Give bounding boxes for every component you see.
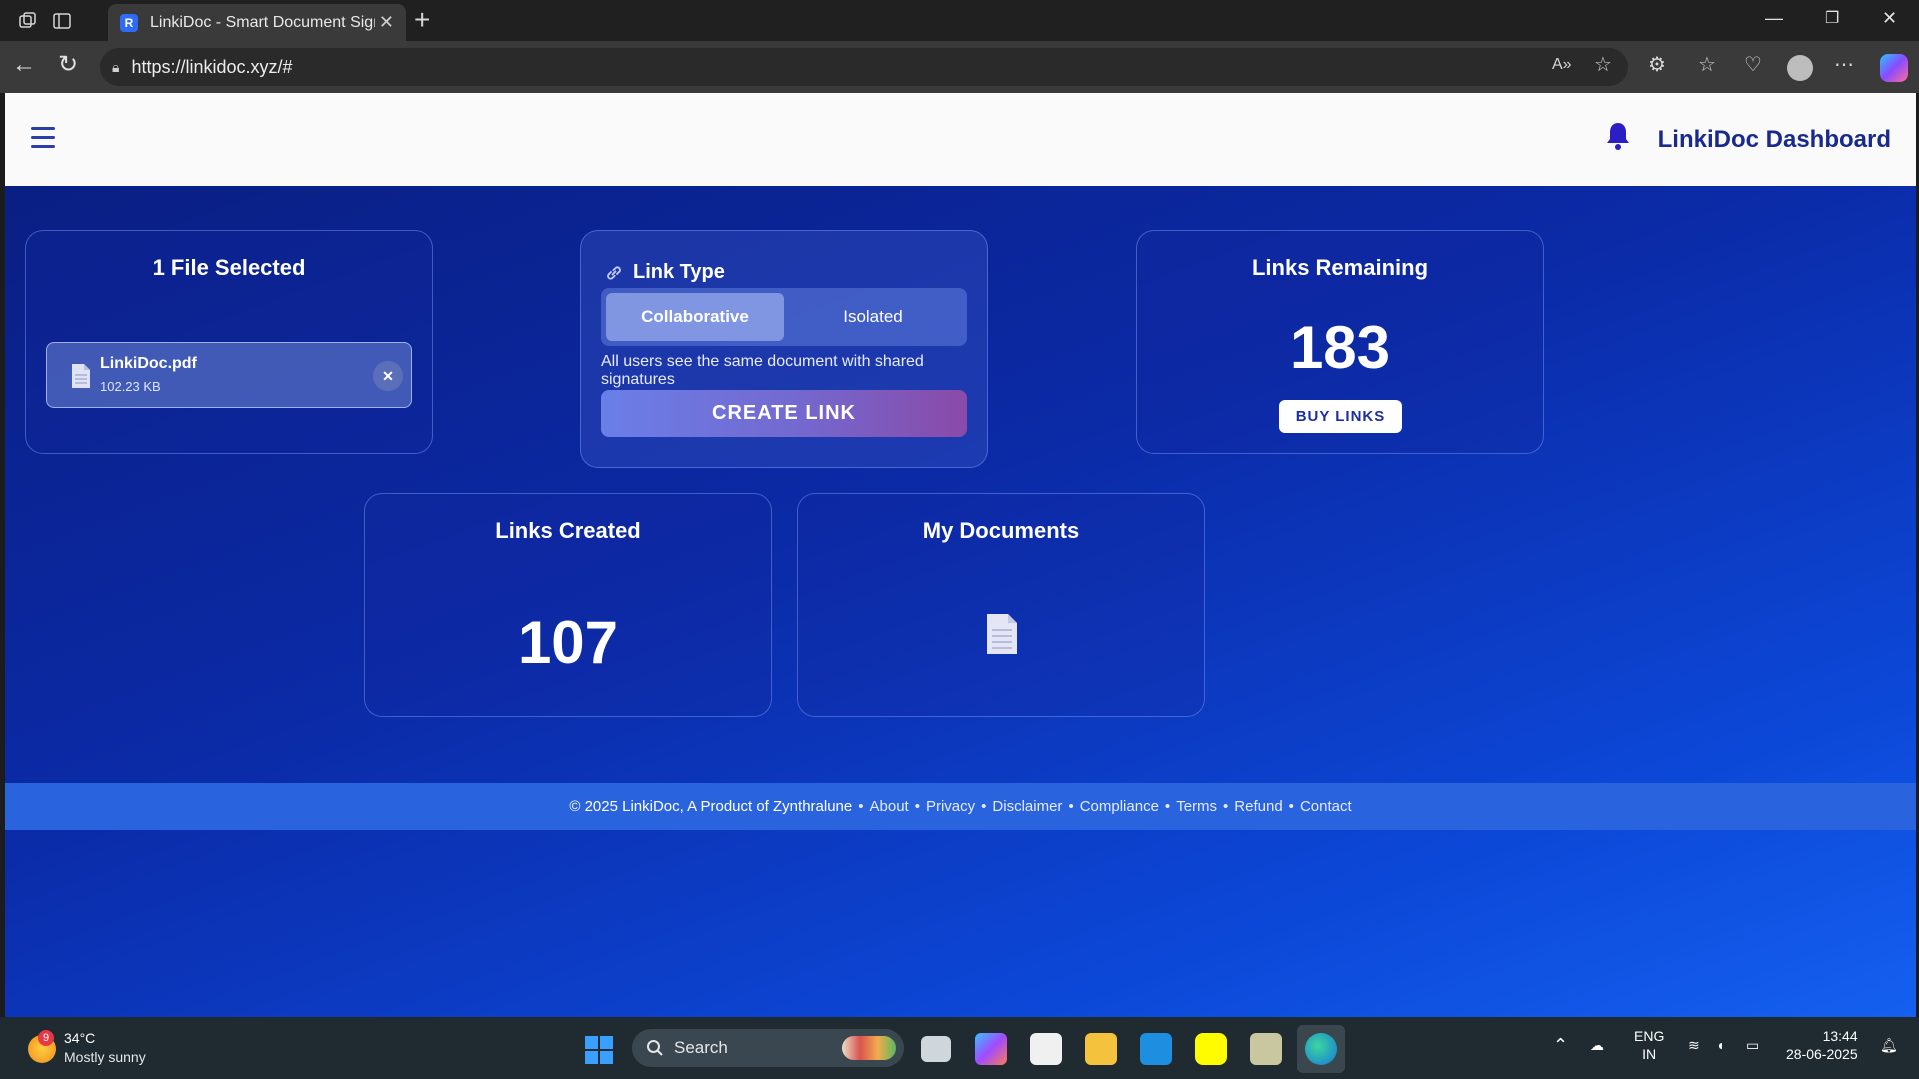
links-remaining-title: Links Remaining: [1251, 255, 1429, 280]
notes-app-icon[interactable]: [1250, 1033, 1282, 1065]
link-type-card: Link Type Collaborative Isolated All use…: [580, 230, 988, 468]
footer-link-terms[interactable]: Terms: [1176, 798, 1217, 815]
tab-close-icon[interactable]: ✕: [379, 12, 394, 33]
minimize-icon[interactable]: —: [1765, 8, 1783, 29]
notifications-icon[interactable]: 🔔︎: [1880, 1037, 1898, 1054]
back-icon[interactable]: ←: [12, 53, 36, 77]
start-icon[interactable]: [585, 1036, 613, 1064]
collaborative-option[interactable]: Collaborative: [606, 293, 784, 341]
browser-tab-active[interactable]: R LinkiDoc - Smart Document Signi ✕: [108, 4, 406, 41]
links-created-count: 107: [517, 609, 619, 676]
language-region: IN: [1642, 1046, 1657, 1062]
snapchat-icon[interactable]: [1195, 1033, 1227, 1065]
footer-link-about[interactable]: About: [870, 798, 909, 815]
wifi-icon[interactable]: ≋: [1688, 1037, 1700, 1054]
clock-date: 28-06-2025: [1786, 1046, 1858, 1062]
battery-icon[interactable]: ▭: [1746, 1037, 1759, 1054]
links-created-title: Links Created: [495, 518, 641, 543]
profile-avatar[interactable]: [1787, 55, 1813, 81]
footer-link-refund[interactable]: Refund: [1234, 798, 1282, 815]
linkidoc-favicon-icon: R: [120, 13, 138, 32]
file-card-title: 1 File Selected: [152, 255, 306, 280]
address-bar[interactable]: 🔒︎ https://linkidoc.xyz/#: [100, 48, 1628, 86]
onedrive-icon[interactable]: ☁: [1590, 1037, 1604, 1054]
search-icon: [647, 1040, 663, 1056]
bell-icon[interactable]: [1605, 121, 1631, 151]
menu-icon[interactable]: [31, 127, 55, 149]
my-documents-title: My Documents: [922, 518, 1080, 543]
browser-titlebar: R LinkiDoc - Smart Document Signi ✕ + — …: [0, 0, 1919, 41]
page-footer: © 2025 LinkiDoc, A Product of Zynthralun…: [5, 783, 1916, 830]
footer-link-privacy[interactable]: Privacy: [926, 798, 975, 815]
footer-link-disclaimer[interactable]: Disclaimer: [992, 798, 1062, 815]
new-tab-icon[interactable]: +: [414, 6, 430, 34]
create-link-button[interactable]: CREATE LINK: [601, 390, 967, 437]
taskbar-search[interactable]: Search: [632, 1029, 904, 1067]
workspaces-icon[interactable]: [16, 9, 40, 33]
footer-copyright: © 2025 LinkiDoc, A Product of Zynthralun…: [569, 798, 853, 815]
links-created-card: Links Created 107: [364, 493, 772, 717]
browser-essentials-icon[interactable]: ♡: [1744, 53, 1762, 77]
extensions-icon[interactable]: ⚙: [1648, 53, 1666, 77]
weather-condition: Mostly sunny: [64, 1049, 146, 1065]
file-size: 102.23 KB: [100, 379, 161, 394]
show-hidden-icons-icon[interactable]: ⌃: [1553, 1035, 1568, 1056]
links-remaining-count: 183: [1289, 314, 1391, 381]
app-header: LinkiDoc Dashboard: [5, 93, 1916, 186]
file-name: LinkiDoc.pdf: [100, 355, 197, 372]
document-icon: [987, 614, 1017, 654]
weather-badge: 9: [38, 1030, 54, 1046]
windows-taskbar: 9 34°C Mostly sunny Search ⌃ ☁ ENG IN ≋ …: [0, 1017, 1919, 1079]
copilot-icon[interactable]: [1880, 54, 1908, 82]
url-text: https://linkidoc.xyz/#: [131, 56, 293, 77]
task-view-icon[interactable]: [921, 1036, 951, 1062]
footer-link-compliance[interactable]: Compliance: [1080, 798, 1159, 815]
selected-file-item: LinkiDoc.pdf 102.23 KB ✕: [46, 342, 412, 408]
dashboard-page: LinkiDoc Dashboard 1 File Selected Linki…: [5, 93, 1916, 1017]
vertical-tabs-icon[interactable]: [50, 9, 74, 33]
search-highlight-art: [842, 1036, 896, 1060]
microsoft-store-icon[interactable]: [1030, 1033, 1062, 1065]
buy-links-button[interactable]: BUY LINKS: [1279, 400, 1402, 433]
dashboard-title: LinkiDoc Dashboard: [1657, 126, 1891, 153]
my-documents-card[interactable]: My Documents: [797, 493, 1205, 717]
file-selected-card: 1 File Selected LinkiDoc.pdf 102.23 KB ✕: [25, 230, 433, 454]
file-explorer-icon[interactable]: [1085, 1033, 1117, 1065]
remove-file-button[interactable]: ✕: [373, 361, 403, 391]
volume-icon[interactable]: ◖: [1716, 1037, 1724, 1053]
more-options-icon[interactable]: ⋯: [1834, 53, 1854, 77]
clock[interactable]: 13:44 28-06-2025: [1786, 1027, 1858, 1063]
copilot-app-icon[interactable]: [975, 1033, 1007, 1065]
isolated-option[interactable]: Isolated: [784, 293, 962, 341]
favorite-star-icon[interactable]: ☆: [1594, 53, 1612, 77]
link-icon: [607, 265, 621, 280]
clock-time: 13:44: [1822, 1028, 1858, 1044]
tab-title: LinkiDoc - Smart Document Signi: [150, 13, 375, 31]
browser-toolbar: ← ↻ 🔒︎ https://linkidoc.xyz/# A» ☆ ⚙ ☆ ♡…: [0, 41, 1919, 93]
read-aloud-icon[interactable]: A»: [1552, 53, 1572, 77]
file-icon: [72, 364, 90, 388]
refresh-icon[interactable]: ↻: [58, 53, 78, 77]
favorites-icon[interactable]: ☆: [1698, 53, 1716, 77]
footer-link-contact[interactable]: Contact: [1300, 798, 1352, 815]
link-type-title: Link Type: [633, 261, 725, 283]
language-indicator[interactable]: ENG IN: [1634, 1027, 1664, 1063]
link-type-description: All users see the same document with sha…: [601, 353, 924, 388]
link-type-toggle: Collaborative Isolated: [601, 288, 967, 346]
lock-icon: 🔒︎: [112, 58, 120, 75]
restore-icon[interactable]: ❐: [1825, 8, 1839, 28]
link-type-header: Link Type: [605, 261, 725, 284]
language-code: ENG: [1634, 1028, 1665, 1044]
search-label: Search: [674, 1038, 728, 1057]
weather-temperature: 34°C: [64, 1030, 96, 1046]
links-remaining-card: Links Remaining 183 BUY LINKS: [1136, 230, 1544, 454]
close-window-icon[interactable]: ✕: [1882, 8, 1897, 29]
edge-browser-icon[interactable]: [1305, 1033, 1337, 1065]
vscode-icon[interactable]: [1140, 1033, 1172, 1065]
